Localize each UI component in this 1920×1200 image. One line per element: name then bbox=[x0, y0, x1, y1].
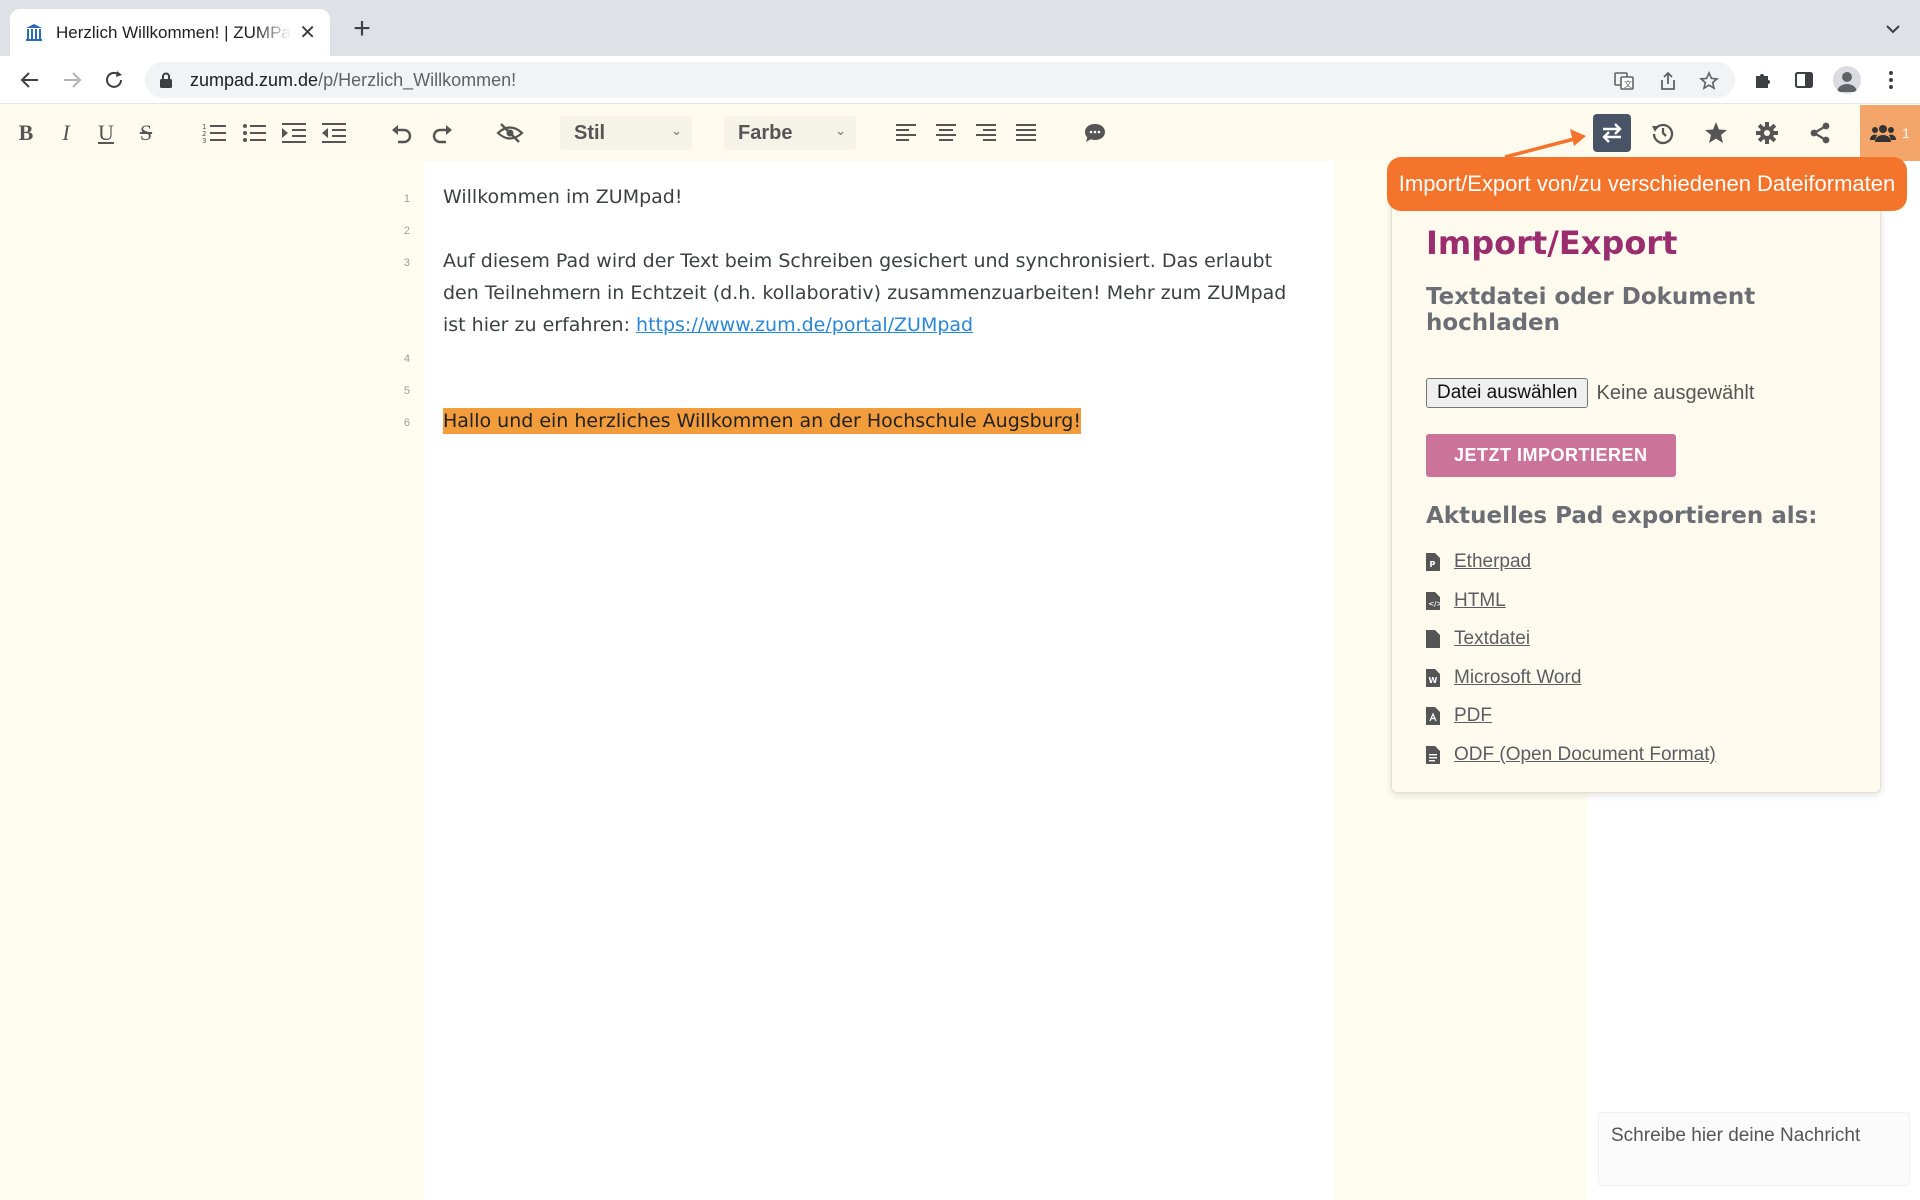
svg-text:W: W bbox=[1429, 676, 1438, 685]
text-file-icon bbox=[1426, 630, 1440, 649]
comment-icon[interactable] bbox=[1081, 119, 1109, 147]
undo-icon[interactable] bbox=[388, 119, 416, 147]
popup-title: Import/Export bbox=[1426, 224, 1678, 262]
line-number: 4 bbox=[403, 353, 410, 365]
file-status: Keine ausgewählt bbox=[1596, 381, 1755, 404]
bold-icon[interactable]: B bbox=[12, 119, 40, 147]
tab-search-chevron-icon[interactable] bbox=[1884, 20, 1902, 38]
share-page-icon[interactable] bbox=[1657, 70, 1679, 92]
back-icon[interactable] bbox=[16, 66, 44, 94]
export-text-link[interactable]: Textdatei bbox=[1454, 628, 1530, 650]
underline-icon[interactable]: U bbox=[92, 119, 120, 147]
profile-avatar-icon[interactable] bbox=[1833, 66, 1861, 94]
align-center-icon[interactable] bbox=[932, 119, 960, 147]
outdent-icon[interactable] bbox=[320, 119, 348, 147]
import-export-button[interactable] bbox=[1593, 114, 1631, 152]
svg-text:P: P bbox=[1430, 560, 1436, 569]
line-number: 6 bbox=[403, 417, 410, 429]
new-tab-icon[interactable]: + bbox=[347, 14, 377, 44]
users-icon bbox=[1870, 125, 1897, 142]
forward-icon[interactable] bbox=[58, 66, 86, 94]
svg-text:3: 3 bbox=[202, 137, 206, 144]
pad-line-1[interactable]: Willkommen im ZUMpad! bbox=[443, 181, 1303, 213]
highlighted-text: Hallo und ein herzliches Willkommen an d… bbox=[443, 408, 1081, 434]
export-odf-item[interactable]: ODF (Open Document Format) bbox=[1426, 736, 1846, 775]
align-right-icon[interactable] bbox=[972, 119, 1000, 147]
chat-message-input[interactable]: Schreibe hier deine Nachricht bbox=[1598, 1112, 1910, 1186]
bookmark-star-icon[interactable] bbox=[1698, 70, 1720, 92]
export-word-link[interactable]: Microsoft Word bbox=[1454, 667, 1581, 689]
zumpad-portal-link[interactable]: https://www.zum.de/portal/ZUMpad bbox=[636, 314, 973, 336]
unordered-list-icon[interactable] bbox=[240, 119, 268, 147]
chevron-down-icon: ⌄ bbox=[671, 123, 682, 138]
html-file-icon: </> bbox=[1426, 591, 1440, 610]
browser-toolbar: zumpad.zum.de/p/Herzlich_Willkommen! 文 bbox=[0, 56, 1920, 104]
svg-text:</>: </> bbox=[1428, 600, 1440, 608]
svg-text:文: 文 bbox=[1624, 79, 1632, 89]
extensions-puzzle-icon[interactable] bbox=[1749, 66, 1777, 94]
chevron-down-icon: ⌄ bbox=[835, 123, 846, 138]
line-number: 3 bbox=[403, 257, 410, 269]
align-left-icon[interactable] bbox=[892, 119, 920, 147]
line-number: 5 bbox=[403, 385, 410, 397]
odf-file-icon bbox=[1426, 745, 1440, 764]
align-justify-icon[interactable] bbox=[1012, 119, 1040, 147]
italic-icon[interactable]: I bbox=[52, 119, 80, 147]
import-export-icon bbox=[1602, 123, 1622, 143]
import-export-tooltip: Import/Export von/zu verschiedenen Datei… bbox=[1387, 157, 1907, 211]
settings-gear-icon[interactable] bbox=[1748, 114, 1786, 152]
url-text: zumpad.zum.de/p/Herzlich_Willkommen! bbox=[190, 70, 516, 91]
user-count: 1 bbox=[1902, 125, 1910, 141]
url-path: /p/Herzlich_Willkommen! bbox=[318, 70, 517, 90]
line-number: 1 bbox=[403, 193, 410, 205]
redo-icon[interactable] bbox=[428, 119, 456, 147]
export-pdf-link[interactable]: PDF bbox=[1454, 705, 1492, 727]
export-heading: Aktuelles Pad exportieren als: bbox=[1426, 503, 1818, 529]
ordered-list-icon[interactable]: 123 bbox=[200, 119, 228, 147]
export-odf-link[interactable]: ODF (Open Document Format) bbox=[1454, 744, 1716, 766]
style-select-value: Stil bbox=[574, 122, 606, 144]
color-select[interactable]: Farbe ⌄ bbox=[724, 116, 856, 150]
url-domain: zumpad.zum.de bbox=[190, 70, 319, 90]
side-panel-icon[interactable] bbox=[1790, 66, 1818, 94]
tab-title: Herzlich Willkommen! | ZUMPad bbox=[56, 22, 292, 42]
users-button[interactable]: 1 bbox=[1860, 105, 1920, 161]
zum-logo-icon bbox=[24, 23, 44, 43]
lock-icon[interactable] bbox=[159, 72, 173, 94]
export-html-item[interactable]: </> HTML bbox=[1426, 582, 1846, 621]
export-etherpad-item[interactable]: P Etherpad bbox=[1426, 543, 1846, 582]
browser-tab[interactable]: Herzlich Willkommen! | ZUMPad ✕ bbox=[10, 9, 330, 56]
export-word-item[interactable]: W Microsoft Word bbox=[1426, 659, 1846, 698]
choose-file-button[interactable]: Datei auswählen bbox=[1426, 378, 1589, 408]
word-file-icon: W bbox=[1426, 668, 1440, 687]
tab-close-icon[interactable]: ✕ bbox=[299, 20, 316, 45]
translate-icon[interactable]: 文 bbox=[1613, 70, 1635, 92]
import-export-popup: Import/Export Textdatei oder Dokument ho… bbox=[1391, 195, 1881, 793]
hide-authorship-colors-icon[interactable] bbox=[496, 119, 524, 147]
saved-revision-star-icon[interactable] bbox=[1697, 114, 1735, 152]
upload-heading: Textdatei oder Dokument hochladen bbox=[1426, 284, 1756, 336]
style-select[interactable]: Stil ⌄ bbox=[560, 116, 692, 150]
browser-tabstrip: Herzlich Willkommen! | ZUMPad ✕ + bbox=[0, 0, 1920, 56]
etherpad-file-icon: P bbox=[1426, 553, 1440, 572]
indent-icon[interactable] bbox=[280, 119, 308, 147]
strikethrough-icon[interactable]: S bbox=[132, 119, 160, 147]
export-html-link[interactable]: HTML bbox=[1454, 590, 1506, 612]
pad-toolbar: B I U S 123 Stil ⌄ Farbe ⌄ bbox=[0, 105, 1920, 161]
export-text-item[interactable]: Textdatei bbox=[1426, 620, 1846, 659]
import-now-button[interactable]: JETZT IMPORTIEREN bbox=[1426, 434, 1676, 477]
pad-line-3[interactable]: Auf diesem Pad wird der Text beim Schrei… bbox=[443, 245, 1303, 341]
export-etherpad-link[interactable]: Etherpad bbox=[1454, 551, 1531, 573]
file-chooser: Datei auswählen Keine ausgewählt bbox=[1426, 378, 1846, 408]
pad-line-6[interactable]: Hallo und ein herzliches Willkommen an d… bbox=[443, 405, 1303, 437]
pdf-file-icon bbox=[1426, 707, 1440, 726]
browser-menu-icon[interactable] bbox=[1877, 66, 1905, 94]
timeslider-history-icon[interactable] bbox=[1644, 114, 1682, 152]
color-select-value: Farbe bbox=[738, 122, 793, 144]
share-embed-icon[interactable] bbox=[1801, 114, 1839, 152]
reload-icon[interactable] bbox=[100, 66, 128, 94]
line-number: 2 bbox=[403, 225, 410, 237]
address-bar[interactable]: zumpad.zum.de/p/Herzlich_Willkommen! 文 bbox=[145, 62, 1735, 98]
export-pdf-item[interactable]: PDF bbox=[1426, 697, 1846, 736]
